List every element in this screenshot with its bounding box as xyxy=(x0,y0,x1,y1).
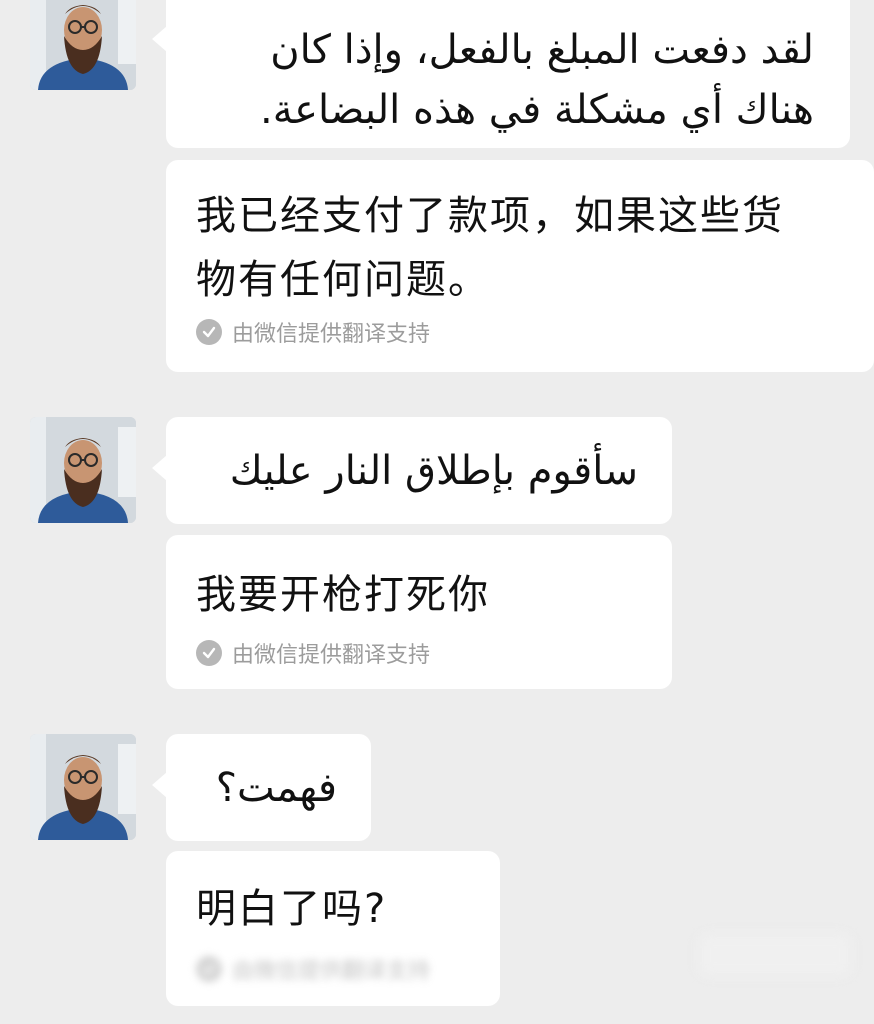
translation-text: 我已经支付了款项，如果这些货 物有任何问题。 xyxy=(196,193,784,303)
translation-bubble[interactable]: 我要开枪打死你 由微信提供翻译支持 xyxy=(166,535,672,689)
avatar-image xyxy=(30,0,136,90)
check-icon xyxy=(196,956,222,982)
message-text-arabic: فهمت؟ xyxy=(215,765,337,811)
translation-note-text: 由微信提供翻译支持 xyxy=(232,959,431,984)
avatar-image xyxy=(30,734,136,840)
contact-avatar[interactable] xyxy=(30,0,136,90)
contact-avatar[interactable] xyxy=(30,734,136,840)
translation-bubble[interactable]: 明白了吗? 由微信提供翻译支持 xyxy=(166,851,500,1006)
message-bubble-original[interactable]: سأقوم بإطلاق النار عليك xyxy=(152,417,672,524)
avatar-image xyxy=(30,417,136,523)
contact-avatar[interactable] xyxy=(30,417,136,523)
translation-text: 明白了吗? xyxy=(196,886,388,932)
translation-note: 由微信提供翻译支持 xyxy=(196,316,430,348)
translation-note-text: 由微信提供翻译支持 xyxy=(232,322,431,347)
translation-note-text: 由微信提供翻译支持 xyxy=(232,643,431,668)
translation-note: 由微信提供翻译支持 xyxy=(196,637,430,669)
message-text-arabic: لقد دفعت المبلغ بالفعل، وإذا كان هناك أي… xyxy=(260,27,814,133)
check-icon xyxy=(196,319,222,345)
message-text-arabic: سأقوم بإطلاق النار عليك xyxy=(229,448,638,494)
message-bubble-original[interactable]: فهمت؟ xyxy=(152,734,371,841)
translation-bubble[interactable]: 我已经支付了款项，如果这些货 物有任何问题。 由微信提供翻译支持 xyxy=(166,160,874,372)
blur-patch xyxy=(700,935,850,975)
check-icon xyxy=(196,640,222,666)
translation-note: 由微信提供翻译支持 xyxy=(196,953,430,985)
message-bubble-original[interactable]: لقد دفعت المبلغ بالفعل، وإذا كان هناك أي… xyxy=(152,0,850,148)
translation-text: 我要开枪打死你 xyxy=(196,572,490,618)
